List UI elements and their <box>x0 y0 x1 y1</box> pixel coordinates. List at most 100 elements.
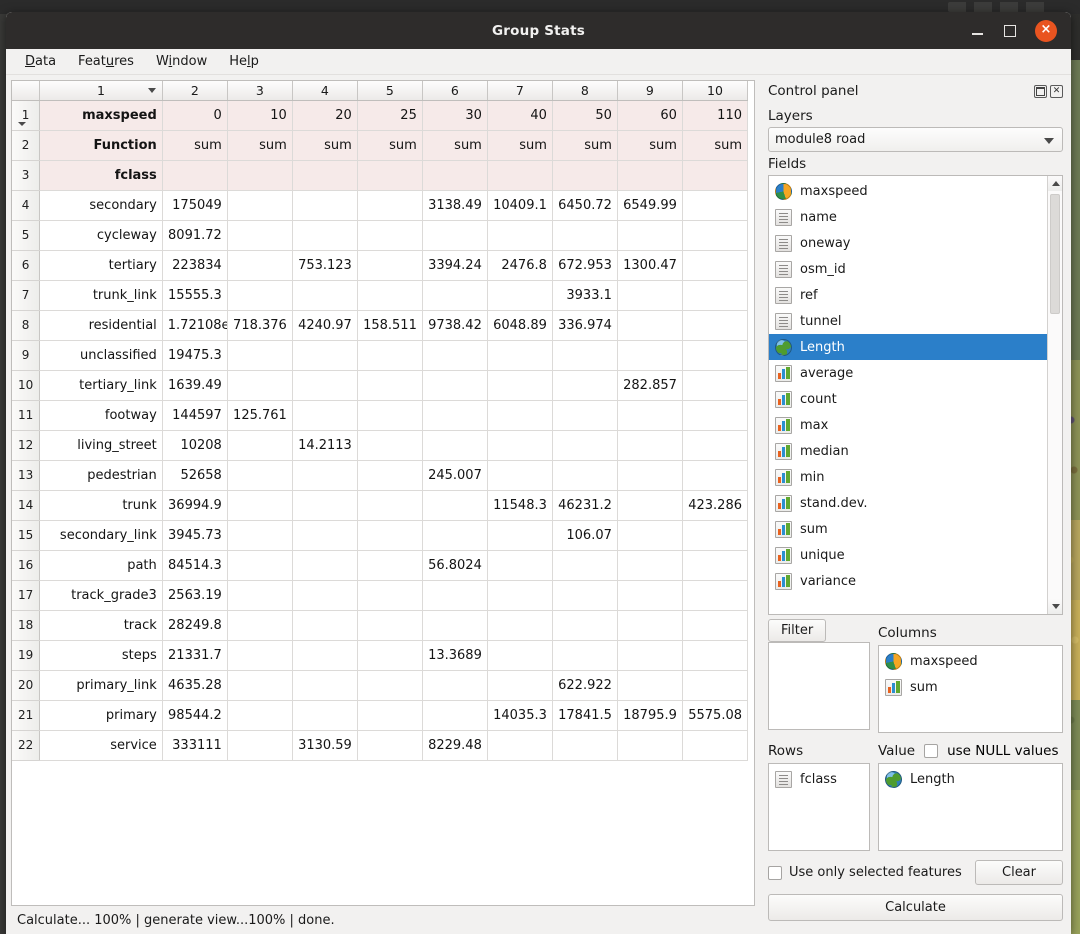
table-cell[interactable] <box>682 580 749 611</box>
table-cell[interactable] <box>357 550 423 581</box>
table-cell[interactable] <box>227 430 293 461</box>
table-cell[interactable] <box>617 550 683 581</box>
table-cell[interactable]: 718.376 <box>227 310 293 341</box>
table-cell[interactable] <box>552 640 618 671</box>
table-cell[interactable] <box>357 640 423 671</box>
table-cell[interactable] <box>422 520 488 551</box>
table-cell[interactable]: 245.007 <box>422 460 488 491</box>
table-cell[interactable] <box>357 220 423 251</box>
table-cell[interactable]: 19475.3 <box>162 340 228 371</box>
table-cell[interactable]: 336.974 <box>552 310 618 341</box>
table-cell[interactable] <box>292 490 358 521</box>
table-cell[interactable] <box>617 490 683 521</box>
minimize-button[interactable] <box>969 23 985 39</box>
table-row-label[interactable]: tertiary_link <box>39 370 163 401</box>
table-cell[interactable] <box>227 160 293 191</box>
close-panel-icon[interactable]: ✕ <box>1050 84 1063 98</box>
table-row[interactable]: 22 service 333111 3130.59 8229.48 <box>12 730 749 761</box>
table-cell[interactable] <box>357 250 423 281</box>
table-row-label[interactable]: tertiary <box>39 250 163 281</box>
table-row-label[interactable]: steps <box>39 640 163 671</box>
field-list-item[interactable]: max <box>769 412 1062 438</box>
table-cell[interactable] <box>292 400 358 431</box>
table-cell[interactable] <box>682 220 749 251</box>
field-list-item[interactable]: stand.dev. <box>769 490 1062 516</box>
table-cell[interactable] <box>682 550 749 581</box>
field-list-item[interactable]: min <box>769 464 1062 490</box>
table-cell[interactable]: 6450.72 <box>552 190 618 221</box>
table-cell[interactable] <box>682 250 749 281</box>
table-cell[interactable]: 17841.5 <box>552 700 618 731</box>
table-cell[interactable] <box>487 580 553 611</box>
table-cell[interactable] <box>292 550 358 581</box>
table-cell[interactable]: 622.922 <box>552 670 618 701</box>
results-table-frame[interactable]: 1 2 3 4 5 6 7 8 9 10 1 maxspeed 0 10 20 … <box>11 80 755 906</box>
table-cell[interactable]: sum <box>617 130 683 161</box>
rows-dropzone[interactable]: fclass <box>768 763 870 851</box>
row-number-cell[interactable]: 1 <box>12 100 41 131</box>
table-row[interactable]: 5 cycleway 8091.72 <box>12 220 749 251</box>
table-cell[interactable] <box>227 640 293 671</box>
table-cell[interactable] <box>292 580 358 611</box>
table-cell[interactable]: 25 <box>357 100 423 131</box>
table-cell[interactable] <box>617 460 683 491</box>
table-row[interactable]: 10 tertiary_link 1639.49 282.857 <box>12 370 749 401</box>
table-cell[interactable] <box>422 340 488 371</box>
table-cell[interactable] <box>487 670 553 701</box>
table-row[interactable]: 21 primary 98544.2 14035.3 17841.5 18795.9 557… <box>12 700 749 731</box>
table-cell[interactable] <box>682 430 749 461</box>
table-cell[interactable] <box>227 490 293 521</box>
table-cell[interactable]: 8229.48 <box>422 730 488 761</box>
table-cell[interactable] <box>292 190 358 221</box>
row-number-cell[interactable]: 17 <box>12 580 41 611</box>
table-cell[interactable]: 282.857 <box>617 370 683 401</box>
table-cell[interactable]: 6048.89 <box>487 310 553 341</box>
table-cell[interactable]: 106.07 <box>552 520 618 551</box>
column-header-2[interactable]: 2 <box>162 81 228 101</box>
table-cell[interactable] <box>357 400 423 431</box>
table-cell[interactable] <box>682 340 749 371</box>
menu-help[interactable]: Help <box>220 52 268 71</box>
column-header-3[interactable]: 3 <box>227 81 293 101</box>
table-cell[interactable] <box>162 160 228 191</box>
table-cell[interactable]: 3138.49 <box>422 190 488 221</box>
table-cell[interactable] <box>292 460 358 491</box>
table-cell[interactable] <box>227 580 293 611</box>
table-cell[interactable] <box>487 610 553 641</box>
columns-item[interactable]: sum <box>879 674 1062 700</box>
clear-button[interactable]: Clear <box>975 860 1063 885</box>
table-cell[interactable] <box>682 310 749 341</box>
column-header-4[interactable]: 4 <box>292 81 358 101</box>
row-number-cell[interactable]: 14 <box>12 490 41 521</box>
table-cell[interactable] <box>292 340 358 371</box>
table-cell[interactable]: sum <box>292 130 358 161</box>
table-row-label[interactable]: maxspeed <box>39 100 163 131</box>
field-list-item[interactable]: count <box>769 386 1062 412</box>
table-cell[interactable] <box>227 220 293 251</box>
table-cell[interactable] <box>682 190 749 221</box>
table-cell[interactable]: 0 <box>162 100 228 131</box>
table-cell[interactable]: 30 <box>422 100 488 131</box>
menu-data[interactable]: Data <box>16 52 65 71</box>
table-cell[interactable] <box>227 520 293 551</box>
table-cell[interactable]: 3394.24 <box>422 250 488 281</box>
row-number-cell[interactable]: 19 <box>12 640 41 671</box>
table-cell[interactable] <box>682 670 749 701</box>
table-cell[interactable] <box>682 520 749 551</box>
table-cell[interactable] <box>487 370 553 401</box>
table-cell[interactable]: 21331.7 <box>162 640 228 671</box>
column-header-7[interactable]: 7 <box>487 81 553 101</box>
column-header-1[interactable]: 1 <box>39 81 163 101</box>
table-cell[interactable]: sum <box>422 130 488 161</box>
table-cell[interactable] <box>227 610 293 641</box>
table-cell[interactable] <box>227 670 293 701</box>
table-cell[interactable] <box>357 160 423 191</box>
table-cell[interactable]: 753.123 <box>292 250 358 281</box>
row-number-cell[interactable]: 16 <box>12 550 41 581</box>
table-cell[interactable]: 98544.2 <box>162 700 228 731</box>
table-cell[interactable] <box>552 550 618 581</box>
table-cell[interactable]: 333111 <box>162 730 228 761</box>
table-cell[interactable] <box>422 370 488 401</box>
fields-list-scrollbar[interactable] <box>1047 176 1062 614</box>
table-cell[interactable] <box>682 640 749 671</box>
